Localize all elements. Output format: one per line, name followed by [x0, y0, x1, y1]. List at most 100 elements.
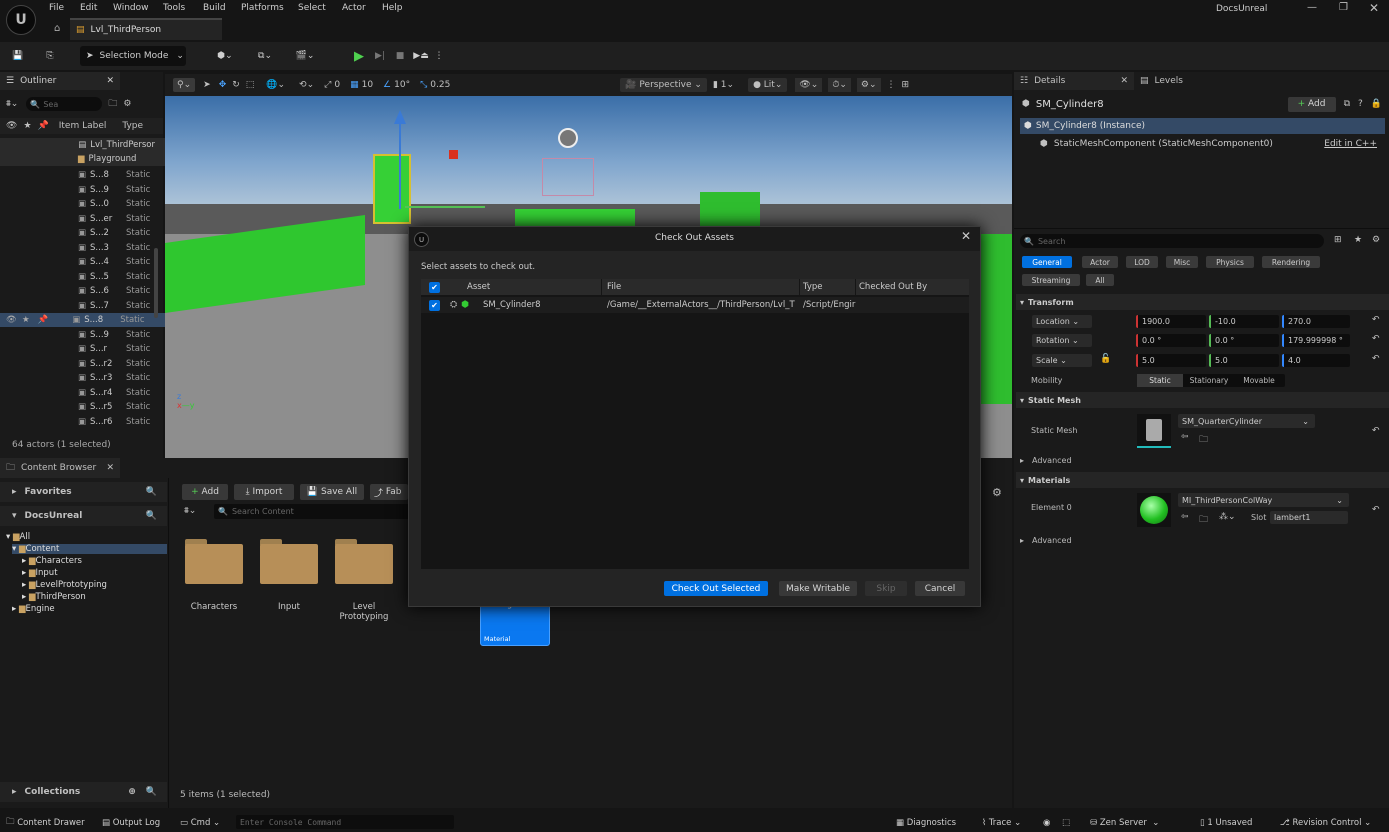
grid-snap-icon[interactable]: ⤢	[324, 80, 331, 90]
browse-asset-icon[interactable]: 🗀	[1199, 432, 1208, 448]
stop-icon[interactable]: ■	[392, 46, 408, 66]
filter-icon[interactable]: ⩩⌄	[184, 506, 196, 516]
material-asset-card[interactable]: Testing Material	[480, 603, 550, 646]
materials-advanced[interactable]: ▸ Advanced	[1016, 533, 1389, 547]
table-view-icon[interactable]: ⊞	[1334, 235, 1342, 245]
content-browser-tab[interactable]: 🗀 Content Browser ✕	[0, 458, 120, 478]
static-mesh-dropdown[interactable]: SM_QuarterCylinder ⌄	[1178, 414, 1315, 428]
type-header[interactable]: Type	[122, 121, 143, 131]
lock-scale-icon[interactable]: 🔓	[1100, 354, 1111, 364]
maximize-icon[interactable]: ❐	[1339, 2, 1348, 13]
save-all-button[interactable]: 💾 Save All	[300, 484, 364, 500]
item-label-header[interactable]: Item Label	[59, 121, 107, 131]
reset-icon[interactable]: ↶	[1372, 334, 1380, 344]
select-all-checkbox[interactable]: ✔	[429, 281, 440, 293]
search-icon[interactable]: 🔍	[146, 787, 157, 797]
gizmo-z-arrow[interactable]	[394, 110, 406, 124]
static-mesh-thumbnail[interactable]	[1137, 414, 1171, 448]
step-icon[interactable]: ▶|	[372, 46, 388, 66]
star-column-icon[interactable]: ★	[23, 121, 31, 131]
outliner-row[interactable]: ▣ S...5 Static	[0, 270, 165, 284]
menu-platforms[interactable]: Platforms	[241, 3, 284, 13]
tree-input[interactable]: ▸ ▆Input	[22, 568, 58, 578]
rotation-z-input[interactable]: 179.999998 °	[1282, 334, 1350, 347]
menu-help[interactable]: Help	[382, 3, 403, 13]
folder-row[interactable]: ▆ Playground	[0, 152, 165, 166]
visibility-column-icon[interactable]: 👁	[6, 121, 17, 131]
reset-icon[interactable]: ↶	[1372, 354, 1380, 364]
component-row[interactable]: ⬢ StaticMeshComponent (StaticMeshCompone…	[1040, 136, 1385, 152]
check-out-selected-button[interactable]: Check Out Selected	[664, 581, 768, 596]
play-icon[interactable]: ▶	[350, 46, 368, 66]
details-search-input[interactable]: 🔍 Search	[1020, 234, 1324, 248]
help-icon[interactable]: ?	[1358, 99, 1363, 109]
rotation-snap-icon[interactable]: ∠	[383, 80, 391, 90]
outliner-row[interactable]: ▣ S...0 Static	[0, 197, 165, 211]
filter-lod[interactable]: LOD	[1126, 256, 1158, 268]
screenshot-icon[interactable]: ⬚	[1062, 814, 1070, 832]
browse-asset-icon[interactable]: 🗀	[1199, 512, 1208, 528]
pin-icon[interactable]: 📌	[38, 315, 49, 325]
cmd-dropdown[interactable]: ▭ Cmd ⌄	[180, 814, 220, 832]
revision-control-dropdown[interactable]: ⎇ Revision Control ⌄	[1280, 814, 1371, 832]
outliner-row[interactable]: 👁 ★ 📌 ▣ S...8 Static	[0, 313, 165, 327]
outliner-row[interactable]: ▣ S...9 Static	[0, 328, 165, 342]
rotate-tool-icon[interactable]: ↻	[232, 80, 240, 90]
diagnostics-button[interactable]: ▦ Diagnostics	[896, 814, 956, 832]
skip-button[interactable]: Skip	[865, 581, 907, 596]
zen-server-dropdown[interactable]: ⛁ Zen Server ⌄	[1090, 814, 1159, 832]
use-selected-icon[interactable]: ⇦	[1181, 512, 1189, 522]
scale-z-input[interactable]: 4.0	[1282, 354, 1350, 367]
settings-icon[interactable]: ⚙	[1372, 235, 1380, 245]
save-icon[interactable]: 💾	[8, 46, 28, 66]
close-icon[interactable]: ✕	[1120, 76, 1128, 86]
menu-window[interactable]: Window	[113, 3, 149, 13]
filter-misc[interactable]: Misc	[1166, 256, 1198, 268]
static-mesh-section[interactable]: ▾ Static Mesh	[1016, 392, 1389, 408]
cameras-dropdown[interactable]: ▮ 1⌄	[713, 80, 734, 90]
location-x-input[interactable]: 1900.0	[1136, 315, 1206, 328]
favorites-star-icon[interactable]: ★	[1354, 235, 1362, 245]
checked-out-by-column-header[interactable]: Checked Out By	[859, 282, 927, 292]
minimize-icon[interactable]: —	[1307, 2, 1317, 13]
menu-actor[interactable]: Actor	[342, 3, 366, 13]
rotation-dropdown[interactable]: Rotation ⌄	[1032, 334, 1092, 347]
scale-x-input[interactable]: 5.0	[1136, 354, 1206, 367]
outliner-row[interactable]: ▣ S...7 Static	[0, 299, 165, 313]
transform-section[interactable]: ▾ Transform	[1016, 294, 1389, 310]
cancel-button[interactable]: Cancel	[915, 581, 965, 596]
settings-icon[interactable]: ⚙	[123, 99, 131, 109]
lit-dropdown[interactable]: ● Lit⌄	[748, 78, 788, 92]
selected-cylinder[interactable]	[373, 154, 411, 224]
location-y-input[interactable]: -10.0	[1209, 315, 1279, 328]
viewport-settings-icon[interactable]: ⚙⌄	[856, 78, 881, 92]
tree-characters[interactable]: ▸ ▆Characters	[22, 556, 82, 566]
pin-column-icon[interactable]: 📌	[38, 121, 49, 131]
grid-icon[interactable]: ▦	[350, 80, 359, 90]
reset-icon[interactable]: ↶	[1372, 315, 1380, 325]
close-icon[interactable]: ✕	[961, 229, 971, 243]
output-log-button[interactable]: ▤ Output Log	[102, 814, 160, 832]
unreal-logo-icon[interactable]: U	[6, 5, 36, 35]
play-options-icon[interactable]: ⋮	[434, 46, 444, 66]
outliner-row[interactable]: ▣ S...r6 Static	[0, 415, 165, 429]
outliner-row[interactable]: ▣ S...3 Static	[0, 241, 165, 255]
outliner-row[interactable]: ▣ S...r2 Static	[0, 357, 165, 371]
location-z-input[interactable]: 270.0	[1282, 315, 1350, 328]
outliner-scrollbar[interactable]	[154, 248, 158, 318]
menu-file[interactable]: File	[49, 3, 64, 13]
rotation-x-input[interactable]: 0.0 °	[1136, 334, 1206, 347]
menu-build[interactable]: Build	[203, 3, 226, 13]
viewport-menu-icon[interactable]: ⚲⌄	[173, 78, 196, 92]
trace-dropdown[interactable]: ⌇ Trace ⌄	[982, 814, 1021, 832]
add-actor-icon[interactable]: ⬢⌄	[210, 46, 240, 66]
level-row[interactable]: ▤ Lvl_ThirdPersor	[0, 138, 165, 152]
gizmo-y-axis[interactable]	[405, 206, 485, 208]
filter-general[interactable]: General	[1022, 256, 1072, 268]
grid-size-value[interactable]: 10	[362, 80, 373, 90]
tree-content[interactable]: ▾ ▆Content	[12, 544, 167, 554]
filter-actor[interactable]: Actor	[1082, 256, 1118, 268]
perspective-dropdown[interactable]: 🎥 Perspective ⌄	[620, 78, 707, 92]
outliner-row[interactable]: ▣ S...er Static	[0, 212, 165, 226]
grid-move-value[interactable]: 0	[334, 80, 340, 90]
